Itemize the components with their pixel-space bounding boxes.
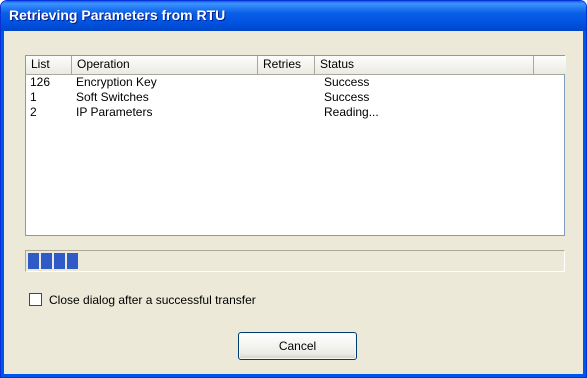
column-header-status[interactable]: Status [315,56,534,74]
cell-status: Reading... [324,105,379,119]
cell-list: 126 [30,75,51,89]
title-bar[interactable]: Retrieving Parameters from RTU [1,1,586,31]
column-header-operation[interactable]: Operation [72,56,258,74]
frame-left [1,31,4,377]
frame-bottom [1,374,586,377]
cell-list: 2 [30,105,37,119]
column-header-list[interactable]: List [26,56,72,74]
column-header-retries[interactable]: Retries [258,56,315,74]
transfer-progress-bar [25,250,565,272]
list-header: List Operation Retries Status [26,56,566,75]
progress-segment [41,253,52,269]
cell-list: 1 [30,90,37,104]
close-dialog-checkbox[interactable] [29,293,42,306]
cell-operation: Soft Switches [76,90,149,104]
cell-operation: Encryption Key [76,75,157,89]
cell-operation: IP Parameters [76,105,153,119]
window-title: Retrieving Parameters from RTU [9,7,226,23]
progress-segment [54,253,65,269]
column-header-filler [534,56,566,74]
frame-right [583,31,586,377]
close-dialog-label[interactable]: Close dialog after a successful transfer [49,292,256,308]
list-row[interactable]: 2 IP Parameters Reading... [26,105,564,120]
progress-fill [28,253,80,269]
list-row[interactable]: 1 Soft Switches Success [26,90,564,105]
cell-status: Success [324,75,370,89]
operations-list[interactable]: List Operation Retries Status 126 Encryp… [25,55,566,236]
list-row[interactable]: 126 Encryption Key Success [26,75,564,90]
cancel-button[interactable]: Cancel [238,332,357,360]
cell-status: Success [324,90,370,104]
dialog-window: Retrieving Parameters from RTU List Oper… [0,0,587,378]
progress-segment [28,253,39,269]
progress-segment [67,253,78,269]
